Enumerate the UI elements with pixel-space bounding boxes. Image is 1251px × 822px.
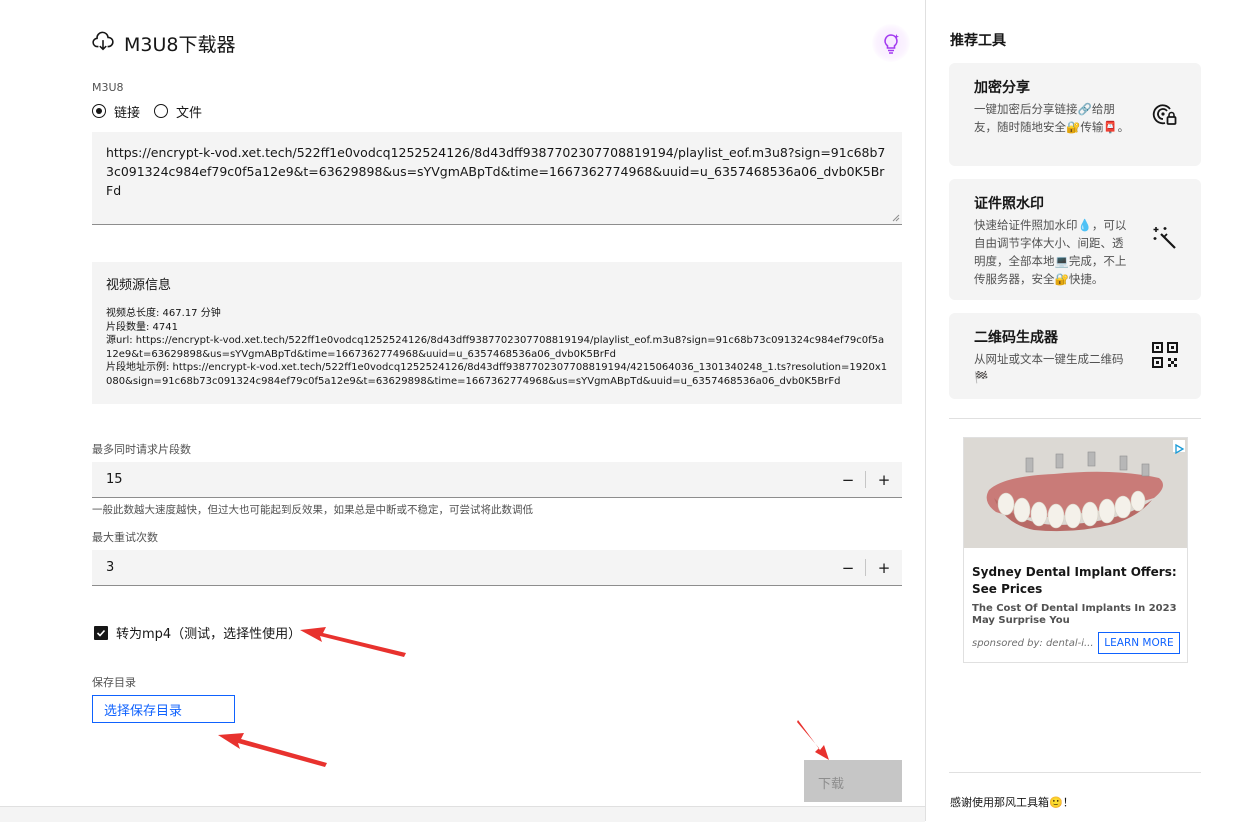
tool-card-encrypted-share[interactable]: 加密分享 一键加密后分享链接🔗给朋友，随时随地安全🔐传输📮。 bbox=[949, 63, 1201, 166]
resize-handle-icon[interactable] bbox=[892, 214, 900, 222]
info-source-url: 源url: https://encrypt-k-vod.xet.tech/522… bbox=[106, 335, 885, 360]
radio-link-control[interactable] bbox=[92, 104, 106, 118]
radio-file-label: 文件 bbox=[176, 105, 203, 121]
theme-toggle-button[interactable] bbox=[872, 24, 910, 62]
sidebar-divider bbox=[949, 418, 1201, 419]
ad-image[interactable] bbox=[964, 438, 1187, 548]
concurrency-label: 最多同时请求片段数 bbox=[92, 443, 191, 456]
retries-decrement-button[interactable]: − bbox=[830, 550, 866, 585]
thanks-text: 感谢使用那风工具箱🙂！ bbox=[950, 796, 1074, 809]
radio-file-control[interactable] bbox=[154, 104, 169, 118]
retries-label: 最大重试次数 bbox=[92, 531, 158, 544]
checkmark-icon bbox=[96, 629, 106, 637]
ad-unit[interactable]: Sydney Dental Implant Offers: See Prices… bbox=[963, 437, 1188, 663]
concurrency-helper: 一般此数越大速度越快，但过大也可能起到反效果，如果总是中断或不稳定，可尝试将此数… bbox=[92, 504, 533, 516]
concurrency-stepper[interactable]: 15 − + bbox=[92, 462, 902, 498]
concurrency-increment-button[interactable]: + bbox=[866, 462, 902, 497]
convert-mp4-label: 转为mp4（测试，选择性使用） bbox=[116, 627, 302, 642]
bulb-icon bbox=[884, 34, 899, 54]
convert-mp4-checkbox-row[interactable]: 转为mp4（测试，选择性使用） bbox=[94, 623, 301, 642]
save-dir-label: 保存目录 bbox=[92, 676, 136, 689]
url-textarea[interactable]: https://encrypt-k-vod.xet.tech/522ff1e0v… bbox=[92, 132, 902, 225]
cloud-download-icon bbox=[92, 31, 114, 51]
sidebar-title: 推荐工具 bbox=[950, 33, 1006, 49]
tool-card-qr-generator[interactable]: 二维码生成器 从网址或文本一键生成二维码🏁 bbox=[949, 313, 1201, 399]
url-text: https://encrypt-k-vod.xet.tech/522ff1e0v… bbox=[106, 145, 886, 198]
info-duration: 视频总长度: 467.17 分钟 bbox=[106, 308, 221, 319]
sidebar-divider bbox=[949, 772, 1201, 773]
card-title: 加密分享 bbox=[974, 80, 1030, 96]
info-segment-example: 片段地址示例: https://encrypt-k-vod.xet.tech/5… bbox=[106, 362, 888, 387]
download-button[interactable]: 下载 bbox=[804, 760, 902, 802]
choose-save-dir-button[interactable]: 选择保存目录 bbox=[92, 695, 235, 723]
ad-subtext: The Cost Of Dental Implants In 2023 May … bbox=[972, 603, 1177, 626]
horizontal-scrollbar[interactable] bbox=[0, 806, 925, 822]
video-info-panel: 视频源信息 视频总长度: 467.17 分钟 片段数量: 4741 源url: … bbox=[92, 262, 902, 404]
card-desc: 从网址或文本一键生成二维码🏁 bbox=[974, 352, 1124, 384]
ad-learn-more-button[interactable]: LEARN MORE bbox=[1098, 632, 1180, 654]
radio-link-label: 链接 bbox=[114, 105, 141, 121]
concurrency-value[interactable]: 15 bbox=[106, 472, 123, 487]
tool-card-id-watermark[interactable]: 证件照水印 快速给证件照加水印💧，可以自由调节字体大小、间距、透明度，全部本地💻… bbox=[949, 179, 1201, 300]
card-title: 证件照水印 bbox=[974, 196, 1044, 212]
magic-wand-icon bbox=[1153, 227, 1176, 249]
source-type-radios: 链接 文件 bbox=[92, 101, 216, 121]
convert-mp4-checkbox[interactable] bbox=[94, 625, 108, 640]
retries-value[interactable]: 3 bbox=[106, 560, 114, 575]
card-title: 二维码生成器 bbox=[974, 330, 1058, 346]
retries-stepper[interactable]: 3 − + bbox=[92, 550, 902, 586]
ad-headline[interactable]: Sydney Dental Implant Offers: See Prices bbox=[972, 564, 1182, 598]
qr-code-icon bbox=[1152, 342, 1178, 368]
info-segments: 片段数量: 4741 bbox=[106, 321, 178, 333]
column-divider bbox=[925, 0, 926, 821]
card-desc: 一键加密后分享链接🔗给朋友，随时随地安全🔐传输📮。 bbox=[974, 102, 1130, 134]
retries-increment-button[interactable]: + bbox=[866, 550, 902, 585]
source-label: M3U8 bbox=[92, 81, 124, 94]
info-title: 视频源信息 bbox=[106, 278, 172, 293]
concurrency-decrement-button[interactable]: − bbox=[830, 462, 866, 497]
radio-file[interactable]: 文件 bbox=[154, 102, 202, 121]
lock-fingerprint-icon bbox=[1152, 104, 1177, 125]
ad-sponsor: sponsored by: dental-i... bbox=[972, 638, 1094, 649]
page-title: M3U8下载器 bbox=[124, 34, 236, 56]
ad-choices-icon[interactable] bbox=[1173, 440, 1185, 455]
radio-link[interactable]: 链接 bbox=[92, 102, 140, 121]
card-desc: 快速给证件照加水印💧，可以自由调节字体大小、间距、透明度，全部本地💻完成，不上传… bbox=[974, 218, 1127, 286]
dental-implant-image bbox=[964, 438, 1187, 548]
